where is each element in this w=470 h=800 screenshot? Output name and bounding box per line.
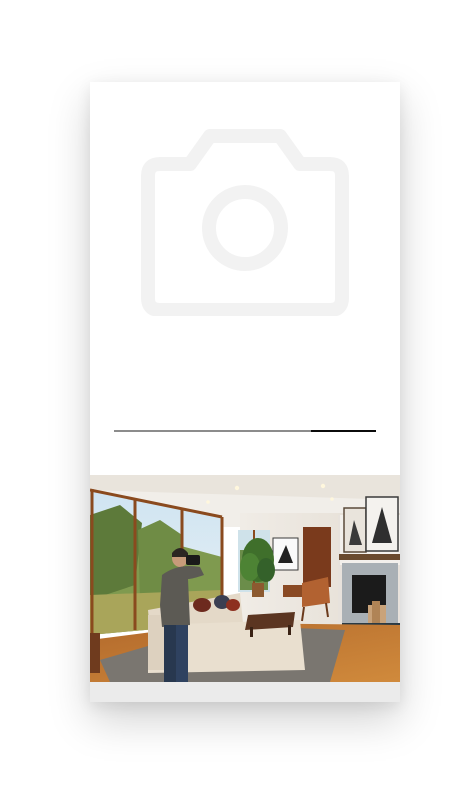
- card-footer-strip: [90, 682, 400, 702]
- progress-bar: [114, 429, 376, 432]
- screen: [0, 0, 470, 800]
- progress-bar-fill: [310, 429, 376, 432]
- camera-icon: [141, 129, 349, 316]
- photo-thumbnail[interactable]: [90, 475, 400, 682]
- media-card: [90, 82, 400, 702]
- image-placeholder: [90, 82, 400, 475]
- photo-living-room-photographer: [90, 475, 400, 682]
